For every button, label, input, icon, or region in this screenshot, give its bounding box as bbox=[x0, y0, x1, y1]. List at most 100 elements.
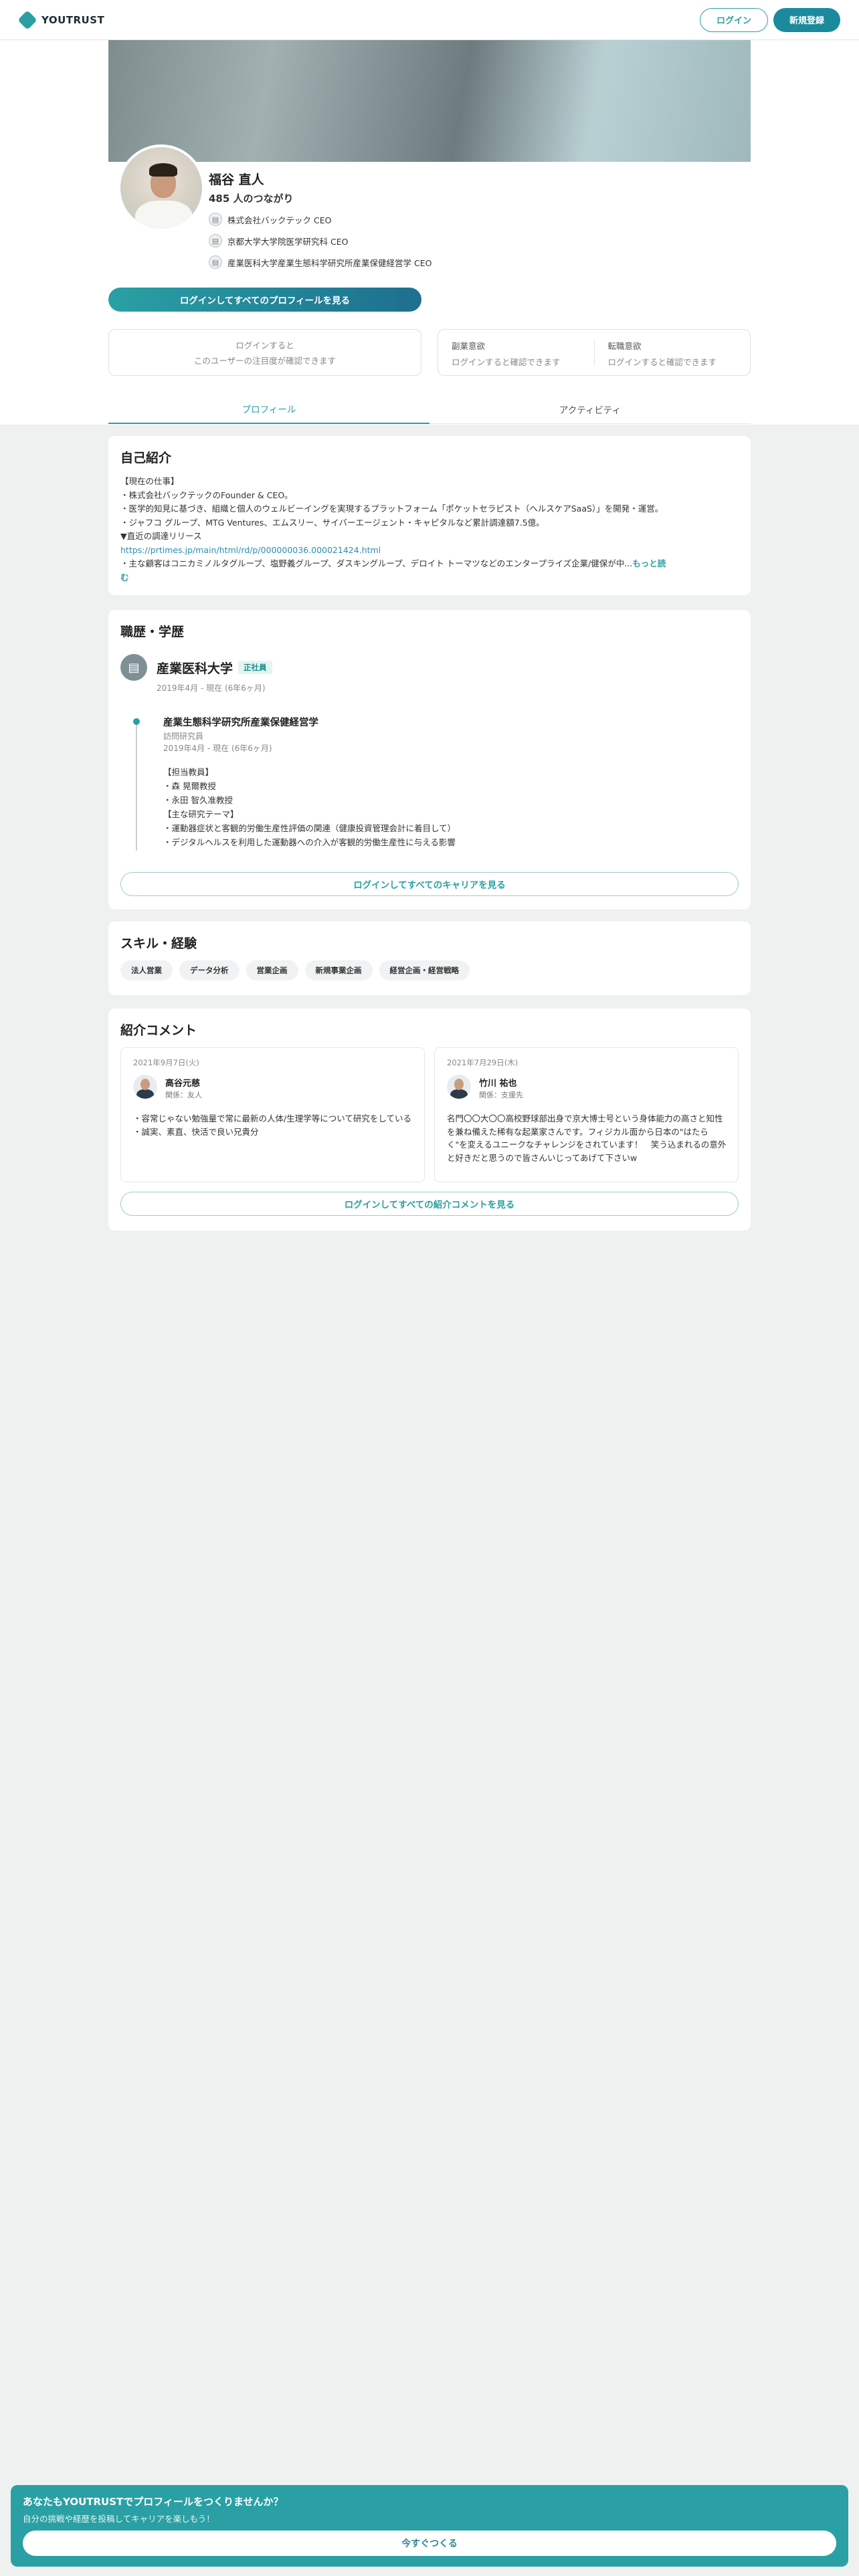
building-icon: ▤ bbox=[120, 654, 147, 681]
intro-line: ・ジャフコ グループ、MTG Ventures、エムスリー、サイバーエージェント… bbox=[120, 517, 545, 528]
intro-line: ・株式会社バックテックのFounder & CEO。 bbox=[120, 490, 293, 500]
cta-subtitle: 自分の挑戦や経歴を投稿してキャリアを楽しもう！ bbox=[23, 2514, 215, 2524]
intro-last-line: ・主な顧客はコニカミノルタグループ、塩野義グループ、ダスキングループ、デロイト … bbox=[120, 557, 739, 571]
recommendation-item[interactable]: 2021年9月7日(火) 高谷元慈 関係：友人 ・容常じゃない勉強量で常に最新の… bbox=[120, 1047, 425, 1182]
org-period: 2019年4月 - 現在 (6年6ヶ月) bbox=[157, 683, 266, 693]
job-change-title: 転職意欲 bbox=[607, 341, 642, 351]
building-icon: ▤ bbox=[209, 255, 222, 269]
description-line: 【主な研究テーマ】 bbox=[163, 809, 239, 819]
position-description: 【担当教員】 ・森 晃爾教授 ・永田 智久准教授 【主な研究テーマ】 ・運動器症… bbox=[163, 765, 456, 849]
intro-title: 自己紹介 bbox=[120, 451, 172, 465]
profile-name: 福谷 直人 bbox=[209, 173, 264, 187]
logo[interactable]: YOUTRUST bbox=[17, 9, 104, 30]
read-more-link-tail[interactable]: む bbox=[120, 571, 739, 585]
intro-line: ・主な顧客はコニカミノルタグループ、塩野義グループ、ダスキングループ、デロイト … bbox=[120, 558, 633, 568]
recommendation-line: 名門〇〇大〇〇高校野球部出身で京大博士号という身体能力の高さと知性を兼ね備えた稀… bbox=[447, 1113, 727, 1163]
side-job-value: ログインすると確認できます bbox=[452, 357, 561, 367]
recommendation-date: 2021年7月29日(木) bbox=[447, 1058, 518, 1067]
attention-locked-line1: ログインすると bbox=[235, 340, 294, 350]
description-line: ・永田 智久准教授 bbox=[163, 795, 233, 805]
recommendation-text: 名門〇〇大〇〇高校野球部出身で京大博士号という身体能力の高さと知性を兼ね備えた稀… bbox=[447, 1112, 728, 1164]
tab-activity[interactable]: アクティビティ bbox=[430, 395, 751, 424]
affiliation-item: ▤ 株式会社バックテック CEO bbox=[209, 213, 331, 226]
attention-card: ログインすると このユーザーの注目度が確認できます bbox=[108, 329, 421, 376]
timeline-line bbox=[136, 722, 137, 851]
login-button[interactable]: ログイン bbox=[699, 7, 768, 32]
career-card: 職歴・学歴 ▤ 産業医科大学 正社員 2019年4月 - 現在 (6年6ヶ月) … bbox=[108, 610, 751, 909]
intro-text: 【現在の仕事】 ・株式会社バックテックのFounder & CEO。 ・医学的知… bbox=[120, 475, 739, 584]
recommendations-title: 紹介コメント bbox=[120, 1023, 197, 1038]
view-all-recommendations-button[interactable]: ログインしてすべての紹介コメントを見る bbox=[120, 1192, 739, 1216]
recommender-avatar[interactable] bbox=[133, 1075, 157, 1099]
org-heading: 産業医科大学 正社員 bbox=[157, 659, 272, 677]
recommender-name[interactable]: 竹川 祐也 bbox=[479, 1076, 517, 1089]
recommendation-line: ・誠実、素直、快活で良い兄貴分 bbox=[133, 1126, 259, 1137]
affiliation-item: ▤ 京都大学大学院医学研究科 CEO bbox=[209, 234, 348, 247]
skill-chip[interactable]: 経営企画・経営戦略 bbox=[379, 960, 470, 980]
connections-count[interactable]: 485 人のつながり bbox=[209, 191, 294, 205]
recommendation-date: 2021年9月7日(火) bbox=[133, 1058, 199, 1067]
job-change-motivation: 転職意欲 ログインすると確認できます bbox=[595, 330, 751, 375]
skills-card: スキル・経験 法人営業 データ分析 営業企画 新規事業企画 経営企画・経営戦略 bbox=[108, 922, 751, 995]
intro-card: 自己紹介 【現在の仕事】 ・株式会社バックテックのFounder & CEO。 … bbox=[108, 436, 751, 595]
affiliation-label: 株式会社バックテック CEO bbox=[227, 215, 332, 225]
description-line: ・デジタルヘルスを利用した運動器への介入が客観的労働生産性に与える影響 bbox=[163, 837, 456, 847]
attention-locked-line2: このユーザーの注目度が確認できます bbox=[193, 356, 337, 366]
view-all-career-button[interactable]: ログインしてすべてのキャリアを見る bbox=[120, 872, 739, 896]
top-nav: YOUTRUST ログイン 新規登録 bbox=[0, 0, 859, 40]
cta-title: あなたもYOUTRUSTでプロフィールをつくりませんか？ bbox=[23, 2496, 284, 2508]
skills-title: スキル・経験 bbox=[120, 936, 197, 951]
release-link[interactable]: https://prtimes.jp/main/html/rd/p/000000… bbox=[120, 544, 739, 558]
tab-profile[interactable]: プロフィール bbox=[108, 395, 430, 424]
intro-line: ・医学的知見に基づき、組織と個人のウェルビーイングを実現するプラットフォーム「ポ… bbox=[120, 504, 664, 514]
affiliation-label: 京都大学大学院医学研究科 CEO bbox=[227, 236, 349, 247]
skill-chips: 法人営業 データ分析 営業企画 新規事業企画 経営企画・経営戦略 bbox=[120, 960, 470, 980]
read-more-link[interactable]: もっと読 bbox=[632, 558, 666, 568]
avatar-body bbox=[450, 1089, 468, 1099]
position-role: 訪問研究員 bbox=[163, 732, 204, 741]
position-title: 産業生態科学研究所産業保健経営学 bbox=[163, 718, 318, 728]
career-org: ▤ 産業医科大学 正社員 bbox=[120, 654, 272, 681]
building-icon: ▤ bbox=[209, 213, 222, 226]
intro-line: ▼直近の調達リリース bbox=[120, 531, 202, 541]
building-icon: ▤ bbox=[209, 234, 222, 247]
affiliation-label: 産業医科大学産業生態科学研究所産業保健経営学 CEO bbox=[227, 257, 432, 268]
timeline-dot bbox=[133, 718, 140, 725]
avatar-head bbox=[140, 1079, 150, 1090]
signup-button[interactable]: 新規登録 bbox=[773, 7, 840, 32]
intro-line: 【現在の仕事】 bbox=[120, 476, 179, 486]
org-name[interactable]: 産業医科大学 bbox=[157, 659, 233, 677]
recommender-name[interactable]: 高谷元慈 bbox=[165, 1076, 200, 1089]
create-profile-button[interactable]: 今すぐつくる bbox=[23, 2531, 836, 2556]
signup-cta-banner: あなたもYOUTRUSTでプロフィールをつくりませんか？ 自分の挑戦や経歴を投稿… bbox=[11, 2485, 848, 2567]
recommendations-card: 紹介コメント 2021年9月7日(火) 高谷元慈 関係：友人 ・容常じゃない勉強… bbox=[108, 1008, 751, 1230]
recommendation-item[interactable]: 2021年7月29日(木) 竹川 祐也 関係：支援先 名門〇〇大〇〇高校野球部出… bbox=[434, 1047, 739, 1182]
skill-chip[interactable]: 営業企画 bbox=[246, 960, 298, 980]
profile-tabs: プロフィール アクティビティ bbox=[108, 395, 751, 424]
recommender-relation: 関係：支援先 bbox=[479, 1091, 523, 1099]
description-line: ・運動器症状と客観的労働生産性評価の関連（健康投資管理会計に着目して） bbox=[163, 823, 456, 833]
view-all-profile-button[interactable]: ログインしてすべてのプロフィールを見る bbox=[108, 288, 421, 312]
position-period: 2019年4月 - 現在 (6年6ヶ月) bbox=[163, 744, 272, 753]
job-change-value: ログインすると確認できます bbox=[607, 357, 717, 367]
recommender-relation: 関係：友人 bbox=[165, 1091, 202, 1099]
cover-image bbox=[108, 40, 751, 162]
avatar-body bbox=[136, 1089, 154, 1099]
description-line: 【担当教員】 bbox=[163, 767, 214, 777]
employment-badge: 正社員 bbox=[238, 661, 272, 674]
skill-chip[interactable]: 法人営業 bbox=[120, 960, 173, 980]
recommendation-line: ・容常じゃない勉強量で常に最新の人体/生理学等について研究をしている bbox=[133, 1113, 411, 1123]
youtrust-logo-icon bbox=[17, 9, 37, 30]
avatar-body bbox=[135, 201, 193, 229]
motivation-card: 副業意欲 ログインすると確認できます 転職意欲 ログインすると確認できます bbox=[438, 329, 751, 376]
side-job-motivation: 副業意欲 ログインすると確認できます bbox=[438, 330, 594, 375]
avatar-head bbox=[454, 1079, 464, 1090]
recommendation-text: ・容常じゃない勉強量で常に最新の人体/生理学等について研究をしている ・誠実、素… bbox=[133, 1112, 414, 1138]
affiliation-item: ▤ 産業医科大学産業生態科学研究所産業保健経営学 CEO bbox=[209, 255, 432, 269]
recommender-avatar[interactable] bbox=[447, 1075, 471, 1099]
career-title: 職歴・学歴 bbox=[120, 625, 185, 639]
header-actions: ログイン 新規登録 bbox=[699, 7, 840, 32]
profile-avatar bbox=[118, 144, 205, 231]
skill-chip[interactable]: 新規事業企画 bbox=[304, 960, 373, 980]
skill-chip[interactable]: データ分析 bbox=[179, 960, 240, 980]
